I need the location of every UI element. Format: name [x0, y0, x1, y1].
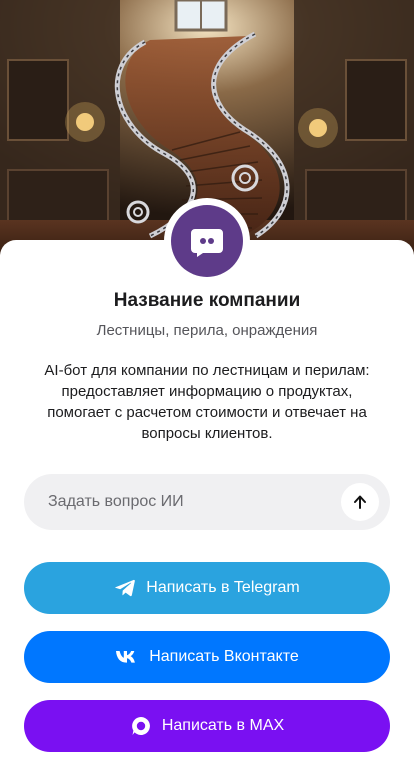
ask-ai-bar: [24, 474, 390, 530]
telegram-button-label: Написать в Telegram: [146, 579, 300, 596]
ask-ai-input[interactable]: [48, 474, 338, 530]
vk-button-label: Написать Вконтакте: [149, 648, 299, 665]
telegram-button[interactable]: Написать в Telegram: [24, 562, 390, 614]
vk-button[interactable]: Написать Вконтакте: [24, 631, 390, 683]
arrow-up-icon: [351, 493, 369, 511]
company-tagline: Лестницы, перила, онраждения: [96, 322, 318, 339]
company-name: Название компании: [113, 290, 301, 311]
max-button-label: Написать в MAX: [161, 717, 285, 734]
vk-icon: [115, 650, 139, 664]
avatar: [164, 198, 250, 284]
telegram-icon: [114, 578, 136, 598]
company-description: AI-бот для компании по лестницам и перил…: [44, 362, 370, 442]
max-button[interactable]: Написать в MAX: [24, 700, 390, 752]
send-button[interactable]: [341, 483, 379, 521]
max-icon: [130, 715, 152, 737]
bot-icon: [171, 205, 243, 277]
